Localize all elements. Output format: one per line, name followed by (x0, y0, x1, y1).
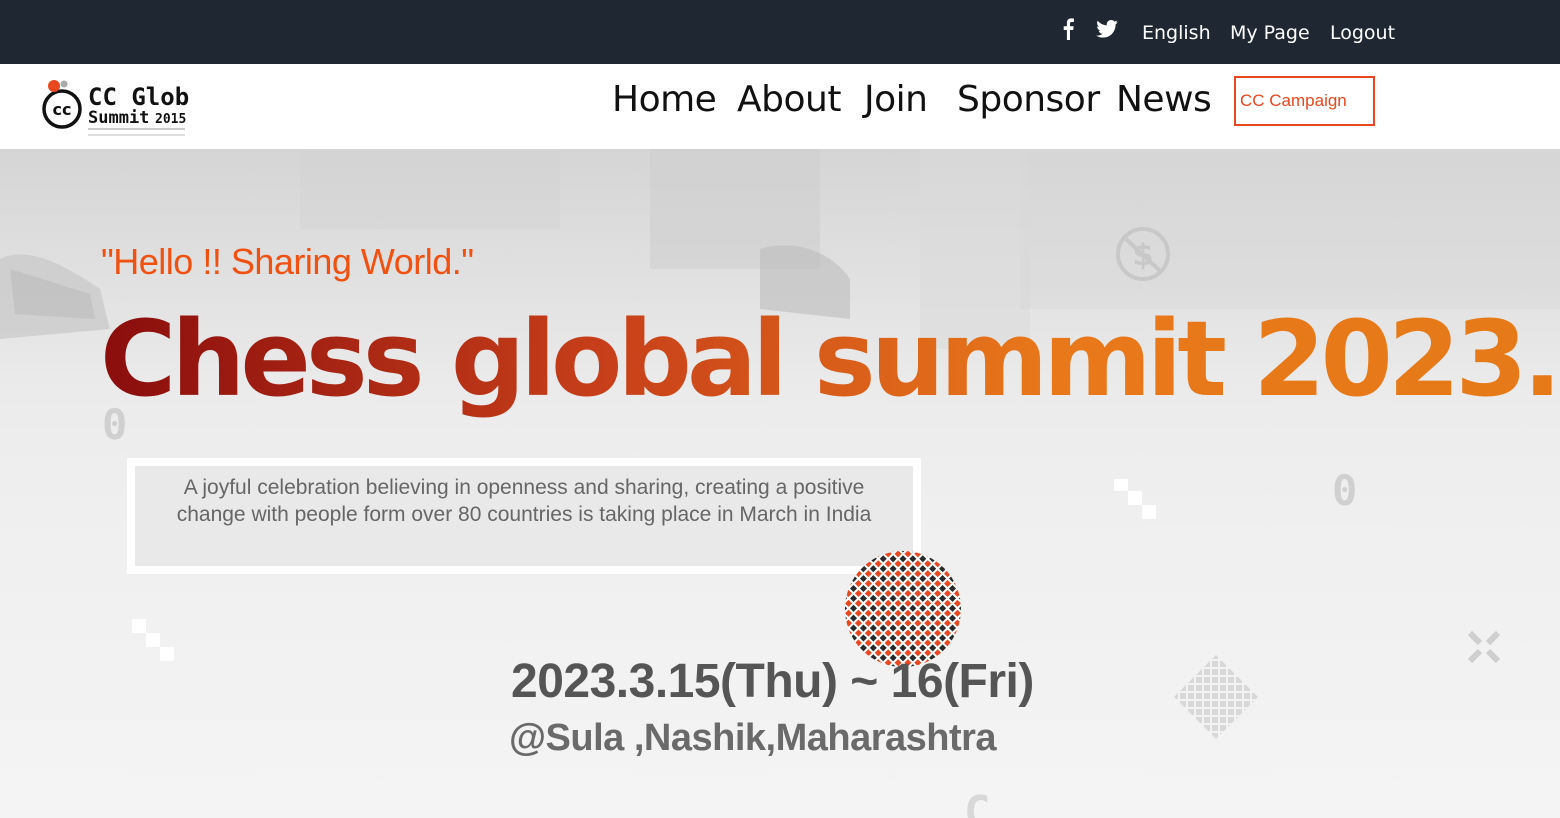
hero-section: $ 0 0 C "Hello !! Sharing World." Chess … (0, 149, 1560, 818)
nav-home[interactable]: Home (612, 76, 717, 124)
cc-campaign-button[interactable]: CC Campaign (1234, 76, 1375, 126)
top-bar: English My Page Logout (0, 0, 1560, 64)
hero-headline: Chess global summit 2023. (100, 298, 1560, 420)
nav-sponsor[interactable]: Sponsor (957, 76, 1100, 124)
logo-text-line2: Summit (88, 108, 149, 128)
hero-quote: "Hello !! Sharing World." (101, 241, 474, 282)
diamond-grid-icon (1174, 655, 1258, 739)
my-page-link[interactable]: My Page (1230, 21, 1310, 45)
description-line-1: A joyful celebration believing in openne… (183, 476, 865, 499)
cc-summit-logo[interactable]: cc CC Global Summit 2015 (40, 72, 218, 142)
logout-link[interactable]: Logout (1330, 21, 1395, 45)
pixel-steps-icon (1114, 479, 1156, 519)
main-navbar: cc CC Global Summit 2015 Home About Join… (0, 64, 1560, 149)
hero-description: A joyful celebration believing in openne… (135, 474, 913, 528)
nav-join[interactable]: Join (864, 76, 928, 124)
description-line-2: change with people form over 80 countrie… (176, 503, 872, 526)
logo-text-line1: CC Global (88, 83, 190, 111)
checker-circle-icon (843, 549, 963, 669)
nav-about[interactable]: About (737, 76, 841, 124)
twitter-icon[interactable] (1096, 20, 1118, 38)
c-shape-icon: C (964, 789, 991, 818)
svg-text:cc: cc (53, 100, 72, 119)
nav-news[interactable]: News (1116, 76, 1212, 124)
event-venue: @Sula ,Nashik,Maharashtra (509, 717, 997, 759)
svg-text:0: 0 (1332, 467, 1357, 511)
close-x-icon (1467, 630, 1501, 664)
logo-mark-icon: cc CC Global Summit 2015 (42, 80, 218, 136)
event-date: 2023.3.15(Thu) ~ 16(Fri) (511, 655, 1034, 708)
logo-year: 2015 (155, 112, 186, 127)
facebook-icon[interactable] (1061, 18, 1075, 40)
svg-text:C: C (964, 789, 991, 818)
description-box: A joyful celebration believing in openne… (127, 458, 921, 574)
pixel-steps-icon (132, 619, 174, 661)
no-dollar-icon: $ (1116, 227, 1170, 281)
zero-shape-icon: 0 (1332, 467, 1357, 511)
language-link[interactable]: English (1142, 21, 1211, 45)
